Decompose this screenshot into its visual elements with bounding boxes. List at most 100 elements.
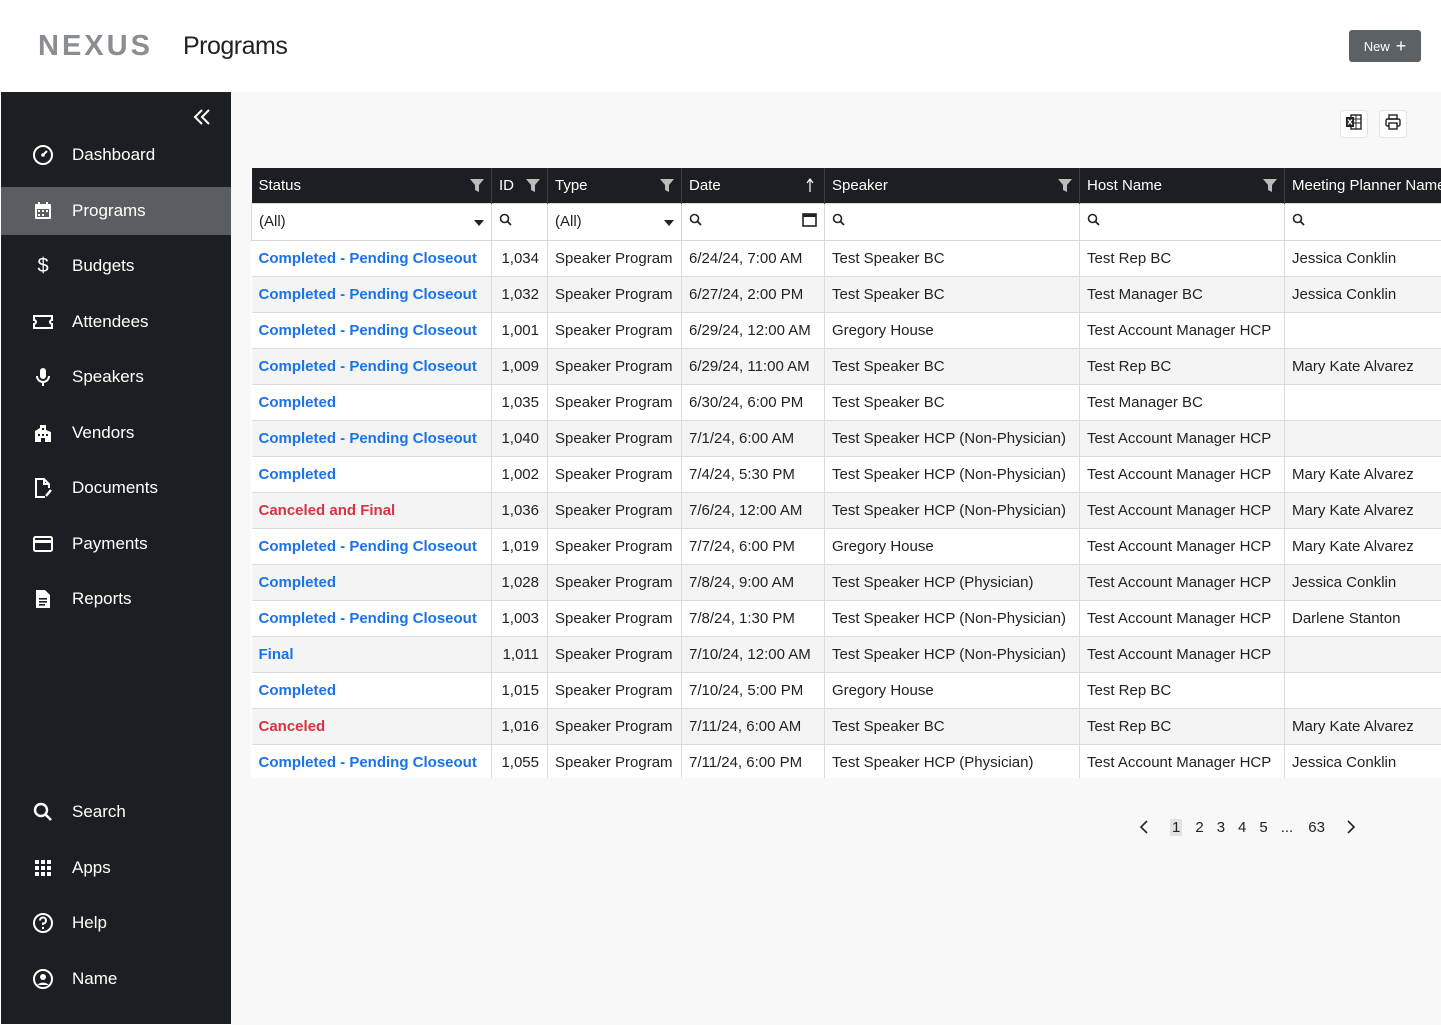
host-name-cell: Test Account Manager HCP xyxy=(1079,636,1285,673)
status-link[interactable]: Canceled xyxy=(259,718,326,735)
status-cell[interactable]: Completed - Pending Closeout xyxy=(251,312,492,349)
status-cell[interactable]: Completed xyxy=(251,456,492,493)
status-link[interactable]: Completed xyxy=(259,466,337,483)
table-row[interactable]: Canceled 1,016 Speaker Program 7/11/24, 6:0… xyxy=(251,708,1441,745)
chevron-right-icon[interactable] xyxy=(1346,820,1356,834)
sidebar-item-apps[interactable]: Apps xyxy=(1,844,231,892)
status-link[interactable]: Completed - Pending Closeout xyxy=(259,610,477,627)
collapse-sidebar-icon[interactable] xyxy=(191,106,213,128)
status-link[interactable]: Completed xyxy=(259,682,337,699)
sidebar-item-programs[interactable]: Programs xyxy=(1,186,231,235)
status-link[interactable]: Completed xyxy=(259,574,337,591)
table-row[interactable]: Completed 1,028 Speaker Program 7/8/24, 9:0… xyxy=(251,564,1441,601)
id-filter-input[interactable] xyxy=(491,202,548,241)
print-button[interactable] xyxy=(1379,110,1407,138)
sidebar-item-vendors[interactable]: Vendors xyxy=(1,409,231,457)
page-button[interactable]: 5 xyxy=(1259,819,1267,836)
status-link[interactable]: Final xyxy=(259,646,294,663)
filter-icon[interactable] xyxy=(1057,177,1073,193)
status-cell[interactable]: Completed - Pending Closeout xyxy=(251,420,492,457)
dollar-icon: $ xyxy=(37,254,49,277)
table-row[interactable]: Completed 1,035 Speaker Program 6/30/24, 6:… xyxy=(251,384,1441,421)
date-filter-input[interactable] xyxy=(681,202,825,241)
status-cell[interactable]: Completed - Pending Closeout xyxy=(251,528,492,565)
programs-table: Status ID Type Date Speaker Host Name Me… xyxy=(251,168,1441,778)
sidebar-item-search[interactable]: Search xyxy=(1,788,231,836)
column-header-host-name[interactable]: Host Name xyxy=(1079,168,1285,203)
status-cell[interactable]: Completed - Pending Closeout xyxy=(251,276,492,313)
export-excel-button[interactable] xyxy=(1340,110,1368,138)
page-button[interactable]: 2 xyxy=(1195,819,1203,836)
sidebar-item-budgets[interactable]: $ Budgets xyxy=(1,242,231,290)
status-cell[interactable]: Canceled xyxy=(251,708,492,745)
status-link[interactable]: Canceled and Final xyxy=(259,502,396,519)
status-link[interactable]: Completed - Pending Closeout xyxy=(259,322,477,339)
sort-ascending-icon[interactable] xyxy=(802,177,818,193)
sidebar-item-attendees[interactable]: Attendees xyxy=(1,298,231,346)
speaker-filter-input[interactable] xyxy=(824,202,1080,241)
page-button[interactable]: 3 xyxy=(1217,819,1225,836)
sidebar-item-user[interactable]: Name xyxy=(1,955,231,1003)
sidebar-item-payments[interactable]: Payments xyxy=(1,520,231,568)
filter-icon[interactable] xyxy=(525,177,541,193)
filter-icon[interactable] xyxy=(469,177,485,193)
status-link[interactable]: Completed - Pending Closeout xyxy=(259,754,477,771)
table-row[interactable]: Completed - Pending Closeout 1,009 Speaker… xyxy=(251,348,1441,385)
sidebar-item-help[interactable]: Help xyxy=(1,899,231,947)
page-button[interactable]: 4 xyxy=(1238,819,1246,836)
meeting-planner-cell: Jessica Conklin xyxy=(1284,276,1441,313)
column-header-type[interactable]: Type xyxy=(547,168,682,203)
status-cell[interactable]: Completed xyxy=(251,672,492,709)
filter-icon[interactable] xyxy=(659,177,675,193)
table-row[interactable]: Completed - Pending Closeout 1,019 Speaker… xyxy=(251,528,1441,565)
status-cell[interactable]: Completed xyxy=(251,564,492,601)
sidebar-item-label: Name xyxy=(72,968,118,988)
sidebar-item-reports[interactable]: Reports xyxy=(1,575,231,623)
sidebar-item-speakers[interactable]: Speakers xyxy=(1,353,231,401)
table-row[interactable]: Canceled and Final 1,036 Speaker Program 7/… xyxy=(251,492,1441,529)
table-row[interactable]: Completed - Pending Closeout 1,003 Speaker… xyxy=(251,600,1441,637)
status-cell[interactable]: Completed - Pending Closeout xyxy=(251,744,492,778)
table-row[interactable]: Final 1,011 Speaker Program 7/10/24, 12:00 … xyxy=(251,636,1441,673)
filter-icon[interactable] xyxy=(1262,177,1278,193)
status-cell[interactable]: Completed - Pending Closeout xyxy=(251,240,492,277)
type-filter-select[interactable]: (All) xyxy=(547,202,682,241)
new-button[interactable]: New + xyxy=(1349,30,1421,62)
status-link[interactable]: Completed - Pending Closeout xyxy=(259,358,477,375)
host-name-cell: Test Account Manager HCP xyxy=(1079,600,1285,637)
status-link[interactable]: Completed xyxy=(259,394,337,411)
page-button-last[interactable]: 63 xyxy=(1308,819,1325,836)
table-row[interactable]: Completed - Pending Closeout 1,001 Speaker… xyxy=(251,312,1441,349)
column-header-status[interactable]: Status xyxy=(251,168,492,203)
page-button[interactable]: 1 xyxy=(1170,818,1183,836)
column-header-id[interactable]: ID xyxy=(491,168,548,203)
top-header: NEXUS Programs New + xyxy=(0,0,1441,92)
calendar-picker-icon[interactable] xyxy=(802,212,817,231)
column-header-date[interactable]: Date xyxy=(681,168,825,203)
table-row[interactable]: Completed 1,015 Speaker Program 7/10/24, 5:… xyxy=(251,672,1441,709)
status-filter-select[interactable]: (All) xyxy=(251,202,492,241)
status-link[interactable]: Completed - Pending Closeout xyxy=(259,250,477,267)
type-cell: Speaker Program xyxy=(547,600,682,637)
host-filter-input[interactable] xyxy=(1079,202,1285,241)
chevron-left-icon[interactable] xyxy=(1139,820,1149,834)
status-link[interactable]: Completed - Pending Closeout xyxy=(259,430,477,447)
table-row[interactable]: Completed - Pending Closeout 1,040 Speaker… xyxy=(251,420,1441,457)
status-cell[interactable]: Final xyxy=(251,636,492,673)
table-row[interactable]: Completed - Pending Closeout 1,034 Speaker… xyxy=(251,240,1441,277)
table-row[interactable]: Completed - Pending Closeout 1,055 Speaker… xyxy=(251,744,1441,778)
sidebar-item-documents[interactable]: Documents xyxy=(1,464,231,512)
column-header-meeting-planner[interactable]: Meeting Planner Name xyxy=(1284,168,1441,203)
status-link[interactable]: Completed - Pending Closeout xyxy=(259,286,477,303)
programs-grid: Status ID Type Date Speaker Host Name Me… xyxy=(251,168,1441,778)
table-row[interactable]: Completed - Pending Closeout 1,032 Speaker… xyxy=(251,276,1441,313)
status-cell[interactable]: Completed - Pending Closeout xyxy=(251,348,492,385)
planner-filter-input[interactable] xyxy=(1284,202,1441,241)
column-header-speaker[interactable]: Speaker xyxy=(824,168,1080,203)
status-link[interactable]: Completed - Pending Closeout xyxy=(259,538,477,555)
status-cell[interactable]: Completed xyxy=(251,384,492,421)
status-cell[interactable]: Canceled and Final xyxy=(251,492,492,529)
sidebar-item-dashboard[interactable]: Dashboard xyxy=(1,131,231,179)
table-row[interactable]: Completed 1,002 Speaker Program 7/4/24, 5:3… xyxy=(251,456,1441,493)
status-cell[interactable]: Completed - Pending Closeout xyxy=(251,600,492,637)
